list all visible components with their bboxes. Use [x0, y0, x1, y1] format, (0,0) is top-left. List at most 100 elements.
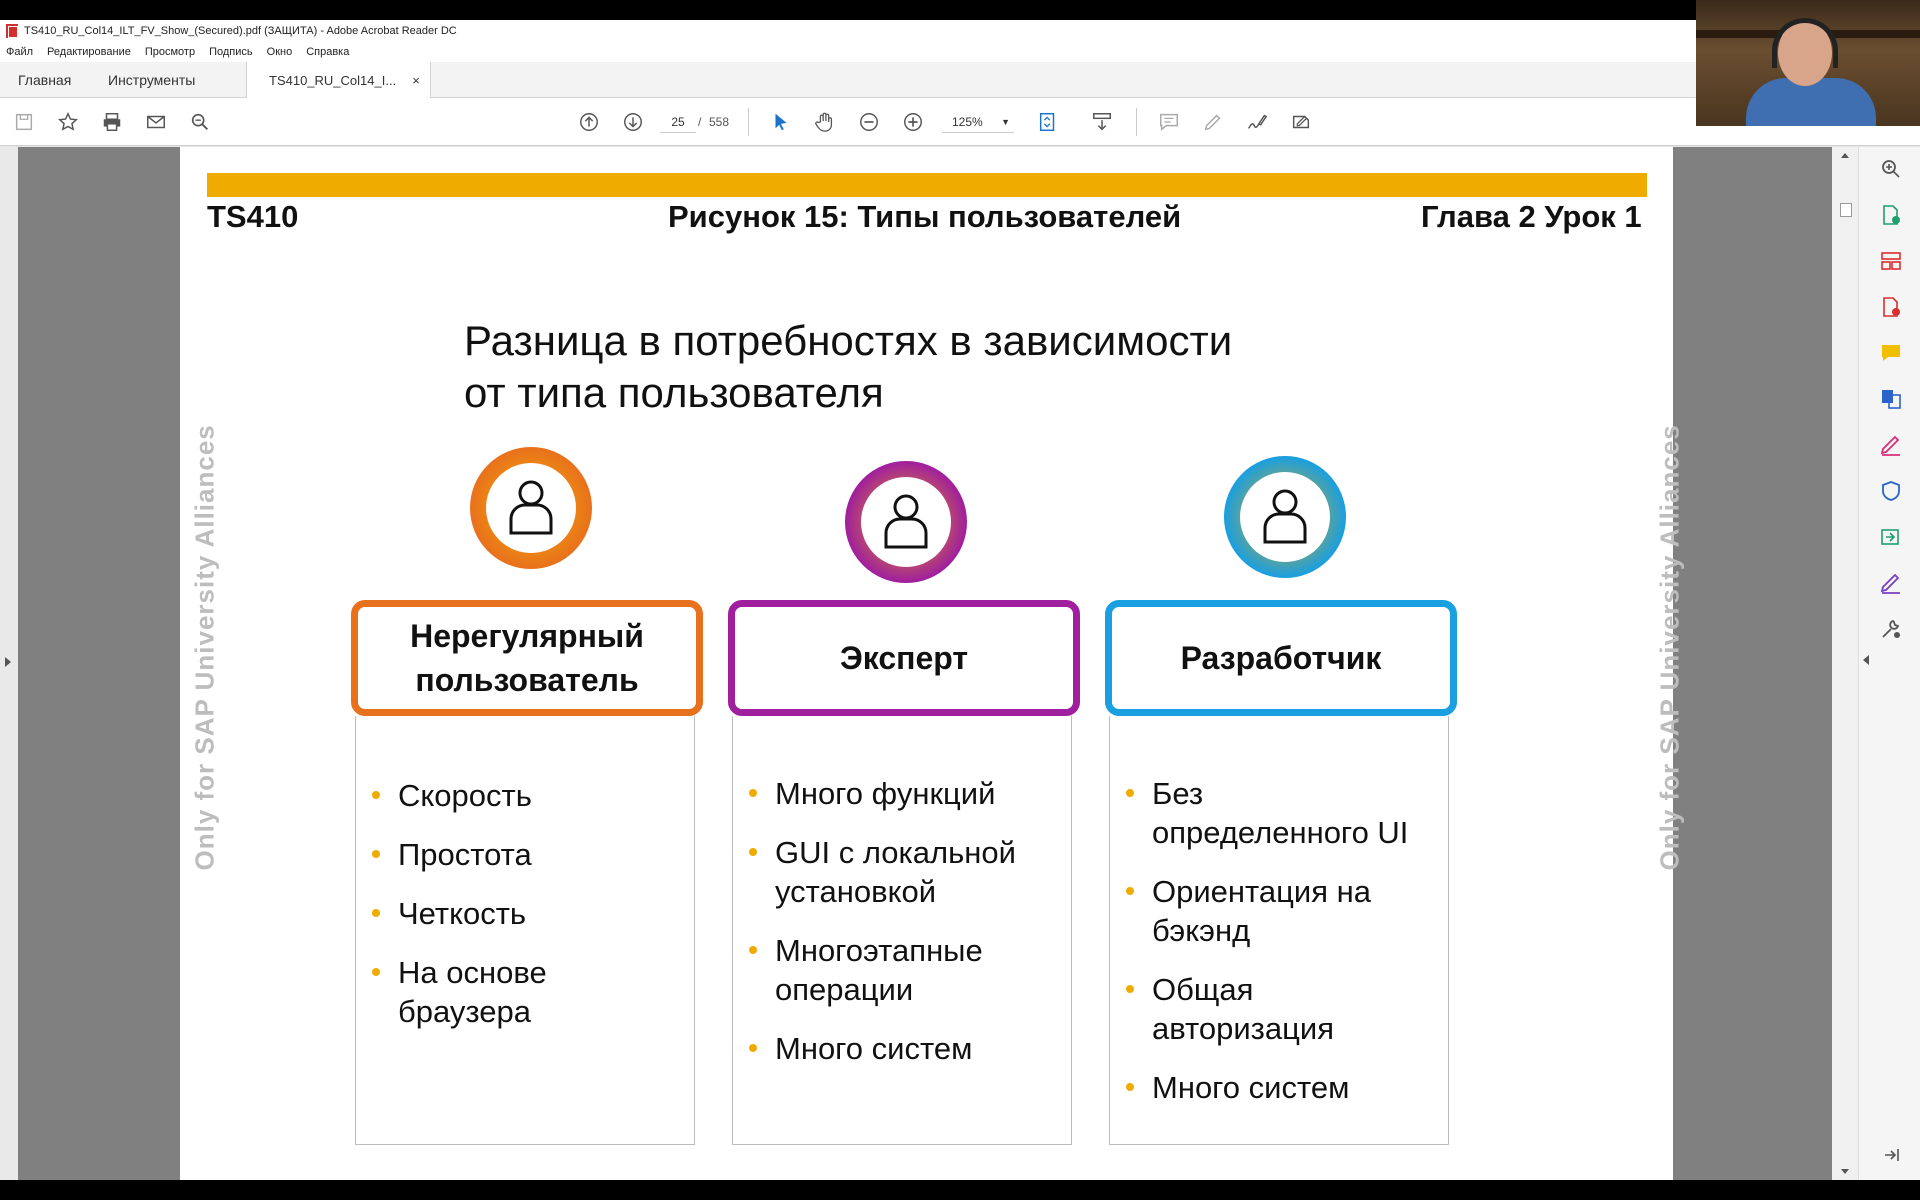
- bullet-dot: [372, 850, 380, 858]
- screen-top-strip: [0, 0, 1920, 20]
- list-item-text: Скорость: [398, 778, 532, 813]
- bullet-dot: [749, 946, 757, 954]
- list-item-text: Много систем: [775, 1031, 973, 1066]
- list-item-text: Простота: [398, 837, 532, 872]
- page-total: 558: [709, 115, 730, 129]
- zoom-value: 125%: [952, 115, 983, 129]
- list-item-text: Без определенного UI: [1152, 776, 1409, 850]
- zoom-out-icon[interactable]: [857, 110, 881, 134]
- headset-icon: [1772, 18, 1838, 68]
- scroll-down-icon[interactable]: [1841, 1169, 1849, 1174]
- bullet-dot: [749, 848, 757, 856]
- bullet-dot: [749, 789, 757, 797]
- page-number-input[interactable]: 25: [660, 111, 696, 133]
- column-expert-body: Много функций GUI с локальной установкой…: [732, 716, 1072, 1145]
- left-panel-toggle[interactable]: [0, 147, 18, 1180]
- slide-subtitle: Разница в потребностях в зависимости от …: [464, 315, 1364, 419]
- list-item-text: Четкость: [398, 896, 527, 931]
- acrobat-app-icon: [6, 24, 18, 38]
- menu-file[interactable]: Файл: [6, 46, 33, 58]
- window-title: TS410_RU_Col14_ILT_FV_Show_(Secured).pdf…: [24, 25, 457, 37]
- menu-window[interactable]: Окно: [267, 46, 293, 58]
- tab-home[interactable]: Главная: [18, 62, 71, 98]
- toolbar-divider: [1136, 108, 1137, 136]
- bullet-dot: [1126, 1083, 1134, 1091]
- menu-sign[interactable]: Подпись: [209, 46, 253, 58]
- person-icon: [509, 480, 553, 535]
- subtitle-line-2: от типа пользователя: [464, 369, 884, 416]
- list-item: Ориентация на бэкэнд: [1126, 872, 1416, 950]
- expand-left-icon: [5, 657, 11, 667]
- page-up-icon[interactable]: [577, 110, 601, 134]
- watermark-right: Only for SAP University Alliances: [1654, 424, 1685, 871]
- subtitle-line-1: Разница в потребностях в зависимости: [464, 317, 1233, 364]
- list-item-text: Общая авторизация: [1152, 972, 1334, 1046]
- bullet-dot: [1126, 789, 1134, 797]
- tab-tools[interactable]: Инструменты: [108, 62, 195, 98]
- zoom-in-icon[interactable]: [901, 110, 925, 134]
- bullet-dot: [372, 909, 380, 917]
- chapter-label: Глава 2 Урок 1: [1421, 199, 1642, 234]
- column-developer-list: Без определенного UI Ориентация на бэкэн…: [1126, 774, 1446, 1127]
- search-icon[interactable]: [188, 110, 212, 134]
- hand-icon[interactable]: [813, 110, 837, 134]
- column-expert-list: Много функций GUI с локальной установкой…: [749, 774, 1069, 1088]
- create-pdf-icon[interactable]: [1879, 203, 1903, 227]
- combine-files-icon[interactable]: [1879, 387, 1903, 411]
- organize-pages-icon[interactable]: [1879, 249, 1903, 273]
- collapse-pane-icon[interactable]: [1879, 1143, 1903, 1167]
- list-item: GUI с локальной установкой: [749, 833, 1039, 911]
- column-casual-header: Нерегулярный пользователь: [351, 600, 703, 716]
- highlight-icon[interactable]: [1201, 110, 1225, 134]
- comment-icon[interactable]: [1157, 110, 1181, 134]
- column-developer-header: Разработчик: [1105, 600, 1457, 716]
- sign-icon[interactable]: [1245, 110, 1269, 134]
- list-item-text: Многоэтапные операции: [775, 933, 983, 1007]
- header-accent-bar: [207, 173, 1647, 197]
- toolbar: 25 / 558 125% ▼: [0, 98, 1920, 146]
- zoom-select[interactable]: 125% ▼: [942, 111, 1014, 133]
- export-pdf-icon[interactable]: [1879, 295, 1903, 319]
- bullet-dot: [1126, 887, 1134, 895]
- title-bar: TS410_RU_Col14_ILT_FV_Show_(Secured).pdf…: [0, 20, 1700, 42]
- email-icon[interactable]: [144, 110, 168, 134]
- figure-title: Рисунок 15: Типы пользователей: [668, 199, 1182, 234]
- scroll-up-icon[interactable]: [1841, 153, 1849, 158]
- fill-sign-icon[interactable]: [1289, 110, 1313, 134]
- tab-document[interactable]: TS410_RU_Col14_I... ×: [246, 62, 431, 98]
- signature-tool-icon[interactable]: [1879, 571, 1903, 595]
- save-icon[interactable]: [12, 110, 36, 134]
- page-down-icon[interactable]: [621, 110, 645, 134]
- scroll-thumb[interactable]: [1840, 203, 1852, 217]
- bullet-dot: [372, 968, 380, 976]
- protect-shield-icon[interactable]: [1879, 479, 1903, 503]
- column-developer-title-1: Разработчик: [1180, 640, 1382, 676]
- person-icon: [1263, 489, 1307, 544]
- bookmark-star-icon[interactable]: [56, 110, 80, 134]
- menu-bar: Файл Редактирование Просмотр Подпись Окн…: [0, 42, 1700, 62]
- bullet-dot: [1126, 985, 1134, 993]
- select-cursor-icon[interactable]: [769, 110, 793, 134]
- comment-tool-icon[interactable]: [1879, 341, 1903, 365]
- more-tools-icon[interactable]: [1879, 617, 1903, 641]
- menu-view[interactable]: Просмотр: [145, 46, 195, 58]
- menu-help[interactable]: Справка: [306, 46, 349, 58]
- send-review-icon[interactable]: [1879, 525, 1903, 549]
- column-casual-body: Скорость Простота Четкость На основе бра…: [355, 716, 695, 1145]
- list-item: Скорость: [372, 776, 692, 815]
- tab-document-label: TS410_RU_Col14_I...: [269, 72, 397, 88]
- toolbar-divider: [748, 108, 749, 136]
- fill-sign-tool-icon[interactable]: [1879, 433, 1903, 457]
- list-item-text: GUI с локальной установкой: [775, 835, 1016, 909]
- menu-edit[interactable]: Редактирование: [47, 46, 131, 58]
- vertical-scrollbar[interactable]: [1832, 147, 1858, 1180]
- collapse-right-arrow-icon[interactable]: [1863, 655, 1869, 665]
- list-item: Четкость: [372, 894, 692, 933]
- tab-close-icon[interactable]: ×: [412, 73, 420, 88]
- list-item-text: Много систем: [1152, 1070, 1350, 1105]
- fit-page-icon[interactable]: [1036, 110, 1060, 134]
- scroll-mode-icon[interactable]: [1090, 110, 1114, 134]
- screen-bottom-strip: [0, 1180, 1920, 1200]
- zoom-search-icon[interactable]: [1879, 157, 1903, 181]
- print-icon[interactable]: [100, 110, 124, 134]
